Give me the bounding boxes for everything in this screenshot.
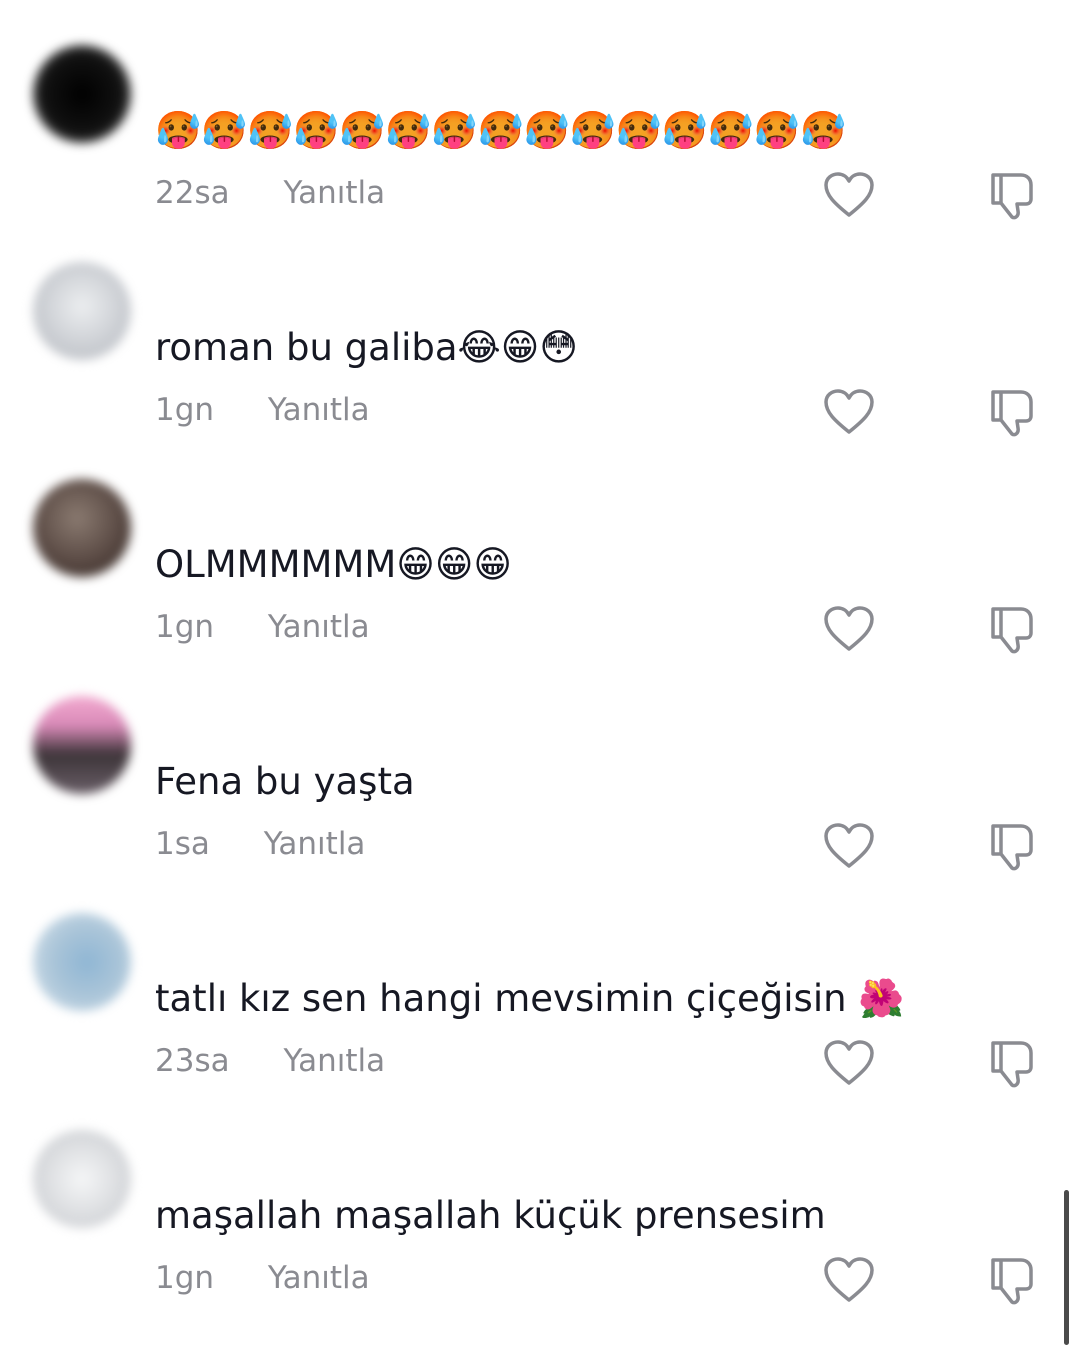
comment-meta: 22sa Yanıtla [155,173,385,213]
comment-text: maşallah maşallah küçük prensesim [155,1194,826,1237]
heart-icon[interactable] [822,388,876,436]
avatar[interactable] [33,1130,131,1228]
comment-timestamp: 23sa [155,1043,230,1079]
comment-meta: 1sa Yanıtla [155,824,365,864]
heart-icon[interactable] [822,1256,876,1304]
avatar[interactable] [33,913,131,1011]
comment-text: tatlı kız sen hangi mevsimin çiçeğisin 🌺 [155,977,905,1020]
comment-text: OLMMMMMM😁😁😁 [155,543,512,586]
comment-item: Fena bu yaşta 1sa Yanıtla [0,696,1080,913]
comment-text: roman bu galiba😂😁😳 [155,326,578,369]
comment-meta: 1gn Yanıtla [155,390,370,430]
comment-item: OLMMMMMM😁😁😁 1gn Yanıtla [0,479,1080,696]
reply-button[interactable]: Yanıtla [264,824,366,864]
reply-button[interactable]: Yanıtla [268,390,370,430]
comment-timestamp: 1gn [155,1260,215,1296]
avatar[interactable] [33,262,131,360]
comment-meta: 23sa Yanıtla [155,1041,385,1081]
comment-item: maşallah maşallah küçük prensesim 1gn Ya… [0,1130,1080,1347]
thumbs-down-icon[interactable] [987,603,1041,655]
reply-button[interactable]: Yanıtla [268,607,370,647]
comment-item: tatlı kız sen hangi mevsimin çiçeğisin 🌺… [0,913,1080,1130]
heart-icon[interactable] [822,1039,876,1087]
comment-meta: 1gn Yanıtla [155,607,370,647]
thumbs-down-icon[interactable] [987,169,1041,221]
thumbs-down-icon[interactable] [987,386,1041,438]
thumbs-down-icon[interactable] [987,1037,1041,1089]
avatar[interactable] [33,696,131,794]
comment-item: 🥵🥵🥵🥵🥵🥵🥵🥵🥵🥵🥵🥵🥵🥵🥵 22sa Yanıtla [0,45,1080,262]
comment-timestamp: 1gn [155,392,215,428]
thumbs-down-icon[interactable] [987,1254,1041,1306]
heart-icon[interactable] [822,822,876,870]
comment-text: 🥵🥵🥵🥵🥵🥵🥵🥵🥵🥵🥵🥵🥵🥵🥵 [155,109,847,152]
comment-text: Fena bu yaşta [155,760,415,803]
reply-button[interactable]: Yanıtla [283,1041,385,1081]
comment-meta: 1gn Yanıtla [155,1258,370,1298]
reply-button[interactable]: Yanıtla [268,1258,370,1298]
heart-icon[interactable] [822,171,876,219]
reply-button[interactable]: Yanıtla [283,173,385,213]
scrollbar[interactable] [1064,1190,1069,1345]
comment-timestamp: 1gn [155,609,215,645]
avatar[interactable] [33,479,131,577]
comment-timestamp: 1sa [155,826,210,862]
comment-item: roman bu galiba😂😁😳 1gn Yanıtla [0,262,1080,479]
heart-icon[interactable] [822,605,876,653]
thumbs-down-icon[interactable] [987,820,1041,872]
comment-timestamp: 22sa [155,175,230,211]
avatar[interactable] [33,45,131,143]
